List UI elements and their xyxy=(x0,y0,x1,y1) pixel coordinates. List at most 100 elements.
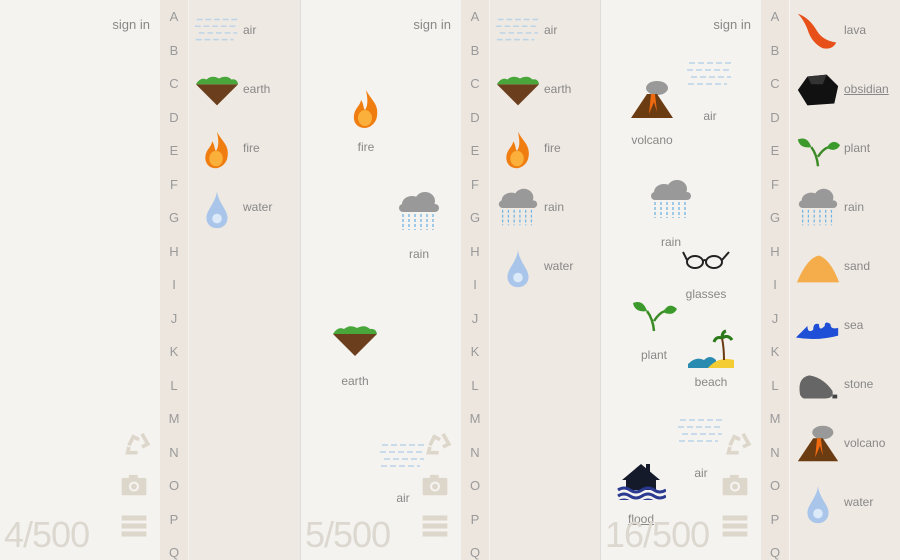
element-list-item[interactable]: stone xyxy=(792,363,900,413)
letter-index-item[interactable]: I xyxy=(461,277,489,292)
volcano-icon[interactable] xyxy=(627,78,677,122)
letter-index-item[interactable]: B xyxy=(160,43,188,58)
menu-icon[interactable] xyxy=(116,514,152,546)
letter-index-item[interactable]: C xyxy=(160,76,188,91)
element-list-item[interactable]: water xyxy=(792,481,900,531)
letter-index-item[interactable]: J xyxy=(461,311,489,326)
letter-index-item[interactable]: K xyxy=(461,344,489,359)
rain-icon[interactable] xyxy=(394,190,444,234)
letter-index-item[interactable]: P xyxy=(160,512,188,527)
letter-index-item[interactable]: A xyxy=(160,9,188,24)
letter-index-item[interactable]: C xyxy=(761,76,789,91)
beach-icon[interactable] xyxy=(686,328,736,372)
sign-in-link[interactable]: sign in xyxy=(112,17,150,32)
element-list-item[interactable]: fire xyxy=(492,127,600,177)
letter-index-item[interactable]: L xyxy=(160,378,188,393)
letter-index-item[interactable]: H xyxy=(160,244,188,259)
letter-index-item[interactable]: A xyxy=(761,9,789,24)
air-icon[interactable] xyxy=(685,53,735,97)
recycle-icon[interactable] xyxy=(417,428,453,460)
letter-index-item[interactable]: M xyxy=(761,411,789,426)
letter-index-item[interactable]: H xyxy=(761,244,789,259)
element-list-item[interactable]: obsidian xyxy=(792,68,900,118)
glasses-icon[interactable] xyxy=(681,238,731,282)
element-list-item[interactable]: water xyxy=(492,245,600,295)
letter-index-item[interactable]: I xyxy=(761,277,789,292)
letter-index-item[interactable]: Q xyxy=(461,545,489,560)
letter-index-item[interactable]: D xyxy=(761,110,789,125)
element-list[interactable]: air earth fire rain water xyxy=(489,0,600,560)
element-list[interactable]: lava obsidian plant rain sand sea stone … xyxy=(789,0,900,560)
workspace-element-label: air xyxy=(703,109,717,123)
letter-index-item[interactable]: D xyxy=(160,110,188,125)
letter-index-item[interactable]: J xyxy=(160,311,188,326)
workspace[interactable]: sign in volcano air rain glasses plant b… xyxy=(601,0,761,560)
plant-icon[interactable] xyxy=(629,291,679,335)
letter-index-item[interactable]: N xyxy=(461,445,489,460)
element-list-item[interactable]: lava xyxy=(792,9,900,59)
element-list-item[interactable]: volcano xyxy=(792,422,900,472)
element-list-item[interactable]: plant xyxy=(792,127,900,177)
menu-icon[interactable] xyxy=(417,514,453,546)
letter-index-item[interactable]: Q xyxy=(761,545,789,560)
element-list-item[interactable]: sand xyxy=(792,245,900,295)
letter-index-item[interactable]: Q xyxy=(160,545,188,560)
letter-index-item[interactable]: J xyxy=(761,311,789,326)
letter-index-item[interactable]: H xyxy=(461,244,489,259)
letter-index-item[interactable]: C xyxy=(461,76,489,91)
workspace[interactable]: sign in fire rain earth air 5/500 xyxy=(301,0,461,560)
element-list-item[interactable]: air xyxy=(191,9,300,59)
letter-index-item[interactable]: E xyxy=(761,143,789,158)
letter-index-item[interactable]: G xyxy=(461,210,489,225)
element-list-item[interactable]: earth xyxy=(191,68,300,118)
letter-index-item[interactable]: M xyxy=(461,411,489,426)
element-list-item[interactable]: earth xyxy=(492,68,600,118)
letter-index-item[interactable]: L xyxy=(761,378,789,393)
sign-in-link[interactable]: sign in xyxy=(713,17,751,32)
letter-index-item[interactable]: N xyxy=(160,445,188,460)
element-list-item[interactable]: rain xyxy=(492,186,600,236)
camera-icon[interactable] xyxy=(717,472,753,504)
letter-index-item[interactable]: E xyxy=(160,143,188,158)
flood-icon[interactable] xyxy=(616,456,667,506)
letter-index-item[interactable]: K xyxy=(160,344,188,359)
letter-index-item[interactable]: E xyxy=(461,143,489,158)
element-list-item[interactable]: rain xyxy=(792,186,900,236)
letter-index-item[interactable]: O xyxy=(761,478,789,493)
recycle-icon[interactable] xyxy=(717,428,753,460)
letter-index-item[interactable]: P xyxy=(461,512,489,527)
letter-index-item[interactable]: P xyxy=(761,512,789,527)
sign-in-link[interactable]: sign in xyxy=(413,17,451,32)
element-list-item[interactable]: sea xyxy=(792,304,900,354)
workspace-element-label: fire xyxy=(357,140,375,154)
letter-index-item[interactable]: K xyxy=(761,344,789,359)
fire-icon[interactable] xyxy=(341,86,391,130)
rain-icon[interactable] xyxy=(646,178,696,222)
letter-index-item[interactable]: O xyxy=(160,478,188,493)
letter-index-item[interactable]: I xyxy=(160,277,188,292)
element-list[interactable]: air earth fire water xyxy=(188,0,300,560)
letter-index-item[interactable]: N xyxy=(761,445,789,460)
camera-icon[interactable] xyxy=(116,472,152,504)
letter-index-item[interactable]: A xyxy=(461,9,489,24)
element-list-item[interactable]: water xyxy=(191,186,300,236)
recycle-icon[interactable] xyxy=(116,428,152,460)
letter-index-item[interactable]: F xyxy=(761,177,789,192)
camera-icon[interactable] xyxy=(417,472,453,504)
letter-index-item[interactable]: F xyxy=(461,177,489,192)
menu-icon[interactable] xyxy=(717,514,753,546)
earth-icon[interactable] xyxy=(330,318,380,362)
letter-index-item[interactable]: O xyxy=(461,478,489,493)
letter-index-item[interactable]: M xyxy=(160,411,188,426)
letter-index-item[interactable]: G xyxy=(761,210,789,225)
letter-index-item[interactable]: L xyxy=(461,378,489,393)
element-list-item[interactable]: fire xyxy=(191,127,300,177)
workspace-element-label: rain xyxy=(408,247,430,261)
letter-index-item[interactable]: G xyxy=(160,210,188,225)
letter-index-item[interactable]: D xyxy=(461,110,489,125)
workspace[interactable]: sign in 4/500 xyxy=(0,0,160,560)
element-list-item[interactable]: air xyxy=(492,9,600,59)
letter-index-item[interactable]: F xyxy=(160,177,188,192)
letter-index-item[interactable]: B xyxy=(461,43,489,58)
letter-index-item[interactable]: B xyxy=(761,43,789,58)
